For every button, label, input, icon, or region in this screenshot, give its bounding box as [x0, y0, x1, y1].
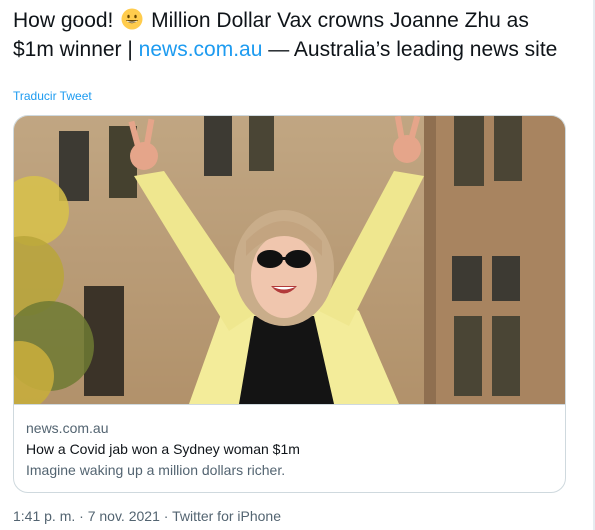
card-title: How a Covid jab won a Sydney woman $1m: [26, 441, 300, 457]
tweet-date[interactable]: 7 nov. 2021: [88, 508, 160, 524]
card-image: [14, 116, 565, 404]
card-domain: news.com.au: [26, 420, 109, 436]
tweet-text-part1: How good!: [13, 9, 114, 32]
meta-separator: ·: [75, 508, 88, 524]
link-card[interactable]: news.com.au How a Covid jab won a Sydney…: [13, 115, 566, 493]
tweet-source: Twitter for iPhone: [172, 508, 281, 524]
translate-tweet-link[interactable]: Traducir Tweet: [13, 89, 92, 103]
meta-separator: ·: [159, 508, 173, 524]
card-description: Imagine waking up a million dollars rich…: [26, 462, 286, 478]
tweet-text: How good! Million Dollar Vax crowns Joan…: [13, 6, 573, 64]
news-link[interactable]: news.com.au: [139, 38, 263, 61]
card-meta: news.com.au How a Covid jab won a Sydney…: [14, 404, 565, 492]
tweet-time[interactable]: 1:41 p. m.: [13, 508, 75, 524]
tweet-text-part3: — Australia’s leading news site: [262, 38, 558, 61]
tweet-meta: 1:41 p. m. · 7 nov. 2021 · Twitter for i…: [13, 508, 281, 524]
grinning-face-emoji-icon: [121, 8, 143, 30]
